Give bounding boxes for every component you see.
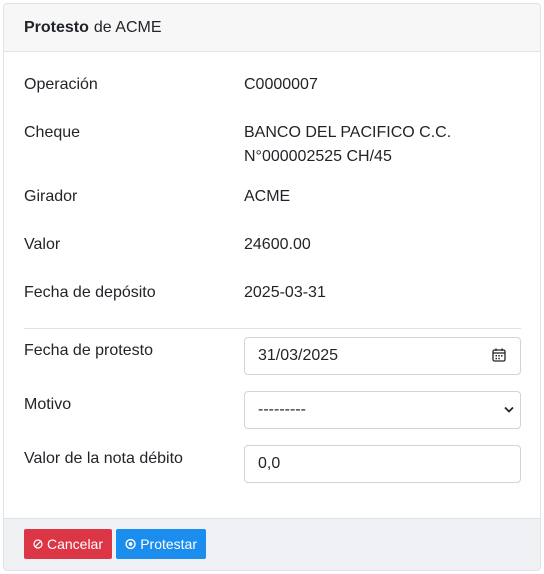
fecha-deposito-value: 2025-03-31: [244, 284, 326, 301]
card-footer: Cancelar Protestar: [4, 518, 540, 570]
fecha-protesto-value: 31/03/2025: [258, 347, 339, 364]
fecha-deposito-label: Fecha de depósito: [24, 284, 156, 301]
cancel-button[interactable]: Cancelar: [24, 529, 112, 559]
cancel-label: Cancelar: [46, 536, 103, 552]
header-title-bold: Protesto: [24, 18, 89, 36]
girador-label: Girador: [24, 188, 78, 205]
valor-nota-label: Valor de la nota débito: [24, 450, 183, 467]
valor-nota-input[interactable]: 0,0: [244, 445, 521, 483]
divider: [24, 328, 521, 329]
motivo-value: ---------: [258, 401, 306, 418]
card-header: Protesto de ACME: [4, 4, 540, 52]
calendar-icon[interactable]: [492, 348, 506, 362]
cheque-value-line1: BANCO DEL PACIFICO C.C.: [244, 124, 452, 141]
cheque-value-line2: N°000002525 CH/45: [244, 148, 392, 165]
protest-button[interactable]: Protestar: [116, 529, 206, 559]
card-body: Operación C0000007 Cheque BANCO DEL PACI…: [4, 52, 540, 519]
cheque-label: Cheque: [24, 124, 81, 141]
operacion-label: Operación: [24, 76, 98, 93]
protest-label: Protestar: [140, 536, 197, 552]
motivo-select[interactable]: ---------: [244, 391, 521, 429]
valor-label: Valor: [24, 236, 61, 253]
operacion-value: C0000007: [244, 76, 318, 93]
fecha-protesto-input[interactable]: 31/03/2025: [244, 337, 521, 375]
ban-icon: [33, 539, 43, 549]
motivo-label: Motivo: [24, 396, 72, 413]
dot-circle-icon: [125, 538, 136, 550]
valor-value: 24600.00: [244, 236, 311, 253]
fecha-protesto-label: Fecha de protesto: [24, 342, 153, 359]
protest-card: Protesto de ACME Operación C0000007 Cheq…: [3, 3, 541, 571]
valor-nota-value: 0,0: [258, 455, 281, 472]
chevron-down-icon: [504, 406, 514, 413]
header-title-rest: de ACME: [93, 18, 162, 36]
girador-value: ACME: [244, 188, 291, 205]
